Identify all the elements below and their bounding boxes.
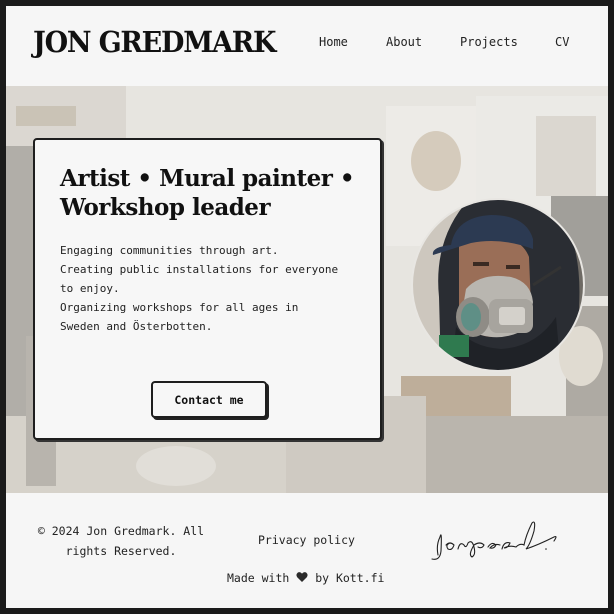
copyright-text: © 2024 Jon Gredmark. All rights Reserved… <box>37 524 205 558</box>
made-with-prefix: Made with <box>227 571 290 585</box>
page: JON GREDMARK Home About Projects CV Arti… <box>6 6 608 608</box>
nav-cv[interactable]: CV <box>555 35 569 49</box>
contact-button[interactable]: Contact me <box>151 381 267 418</box>
hero-section: Artist • Mural painter • Workshop leader… <box>6 86 608 493</box>
signature-image <box>431 521 557 560</box>
description-line: Sweden and Österbotten. <box>60 320 213 333</box>
nav-projects[interactable]: Projects <box>460 35 518 49</box>
heart-icon <box>296 572 308 582</box>
description-line: Engaging communities through art. <box>60 244 279 257</box>
hero-description: Engaging communities through art. Creati… <box>60 241 370 336</box>
nav-about[interactable]: About <box>386 35 422 49</box>
nav-home[interactable]: Home <box>319 35 348 49</box>
site-header: JON GREDMARK Home About Projects CV <box>6 6 608 86</box>
description-line: to enjoy. <box>60 282 120 295</box>
kott-link[interactable]: by Kott.fi <box>315 571 384 585</box>
intro-card: Artist • Mural painter • Workshop leader… <box>33 138 382 440</box>
site-footer: © 2024 Jon Gredmark. All rights Reserved… <box>6 493 608 608</box>
main-nav: Home About Projects CV <box>6 35 608 55</box>
made-with-credit: Made with by Kott.fi <box>227 571 384 585</box>
privacy-policy-link[interactable]: Privacy policy <box>258 533 355 547</box>
artist-portrait-image <box>411 198 585 372</box>
hero-title: Artist • Mural painter • Workshop leader <box>60 165 355 221</box>
description-line: Organizing workshops for all ages in <box>60 301 299 314</box>
description-line: Creating public installations for everyo… <box>60 263 339 276</box>
